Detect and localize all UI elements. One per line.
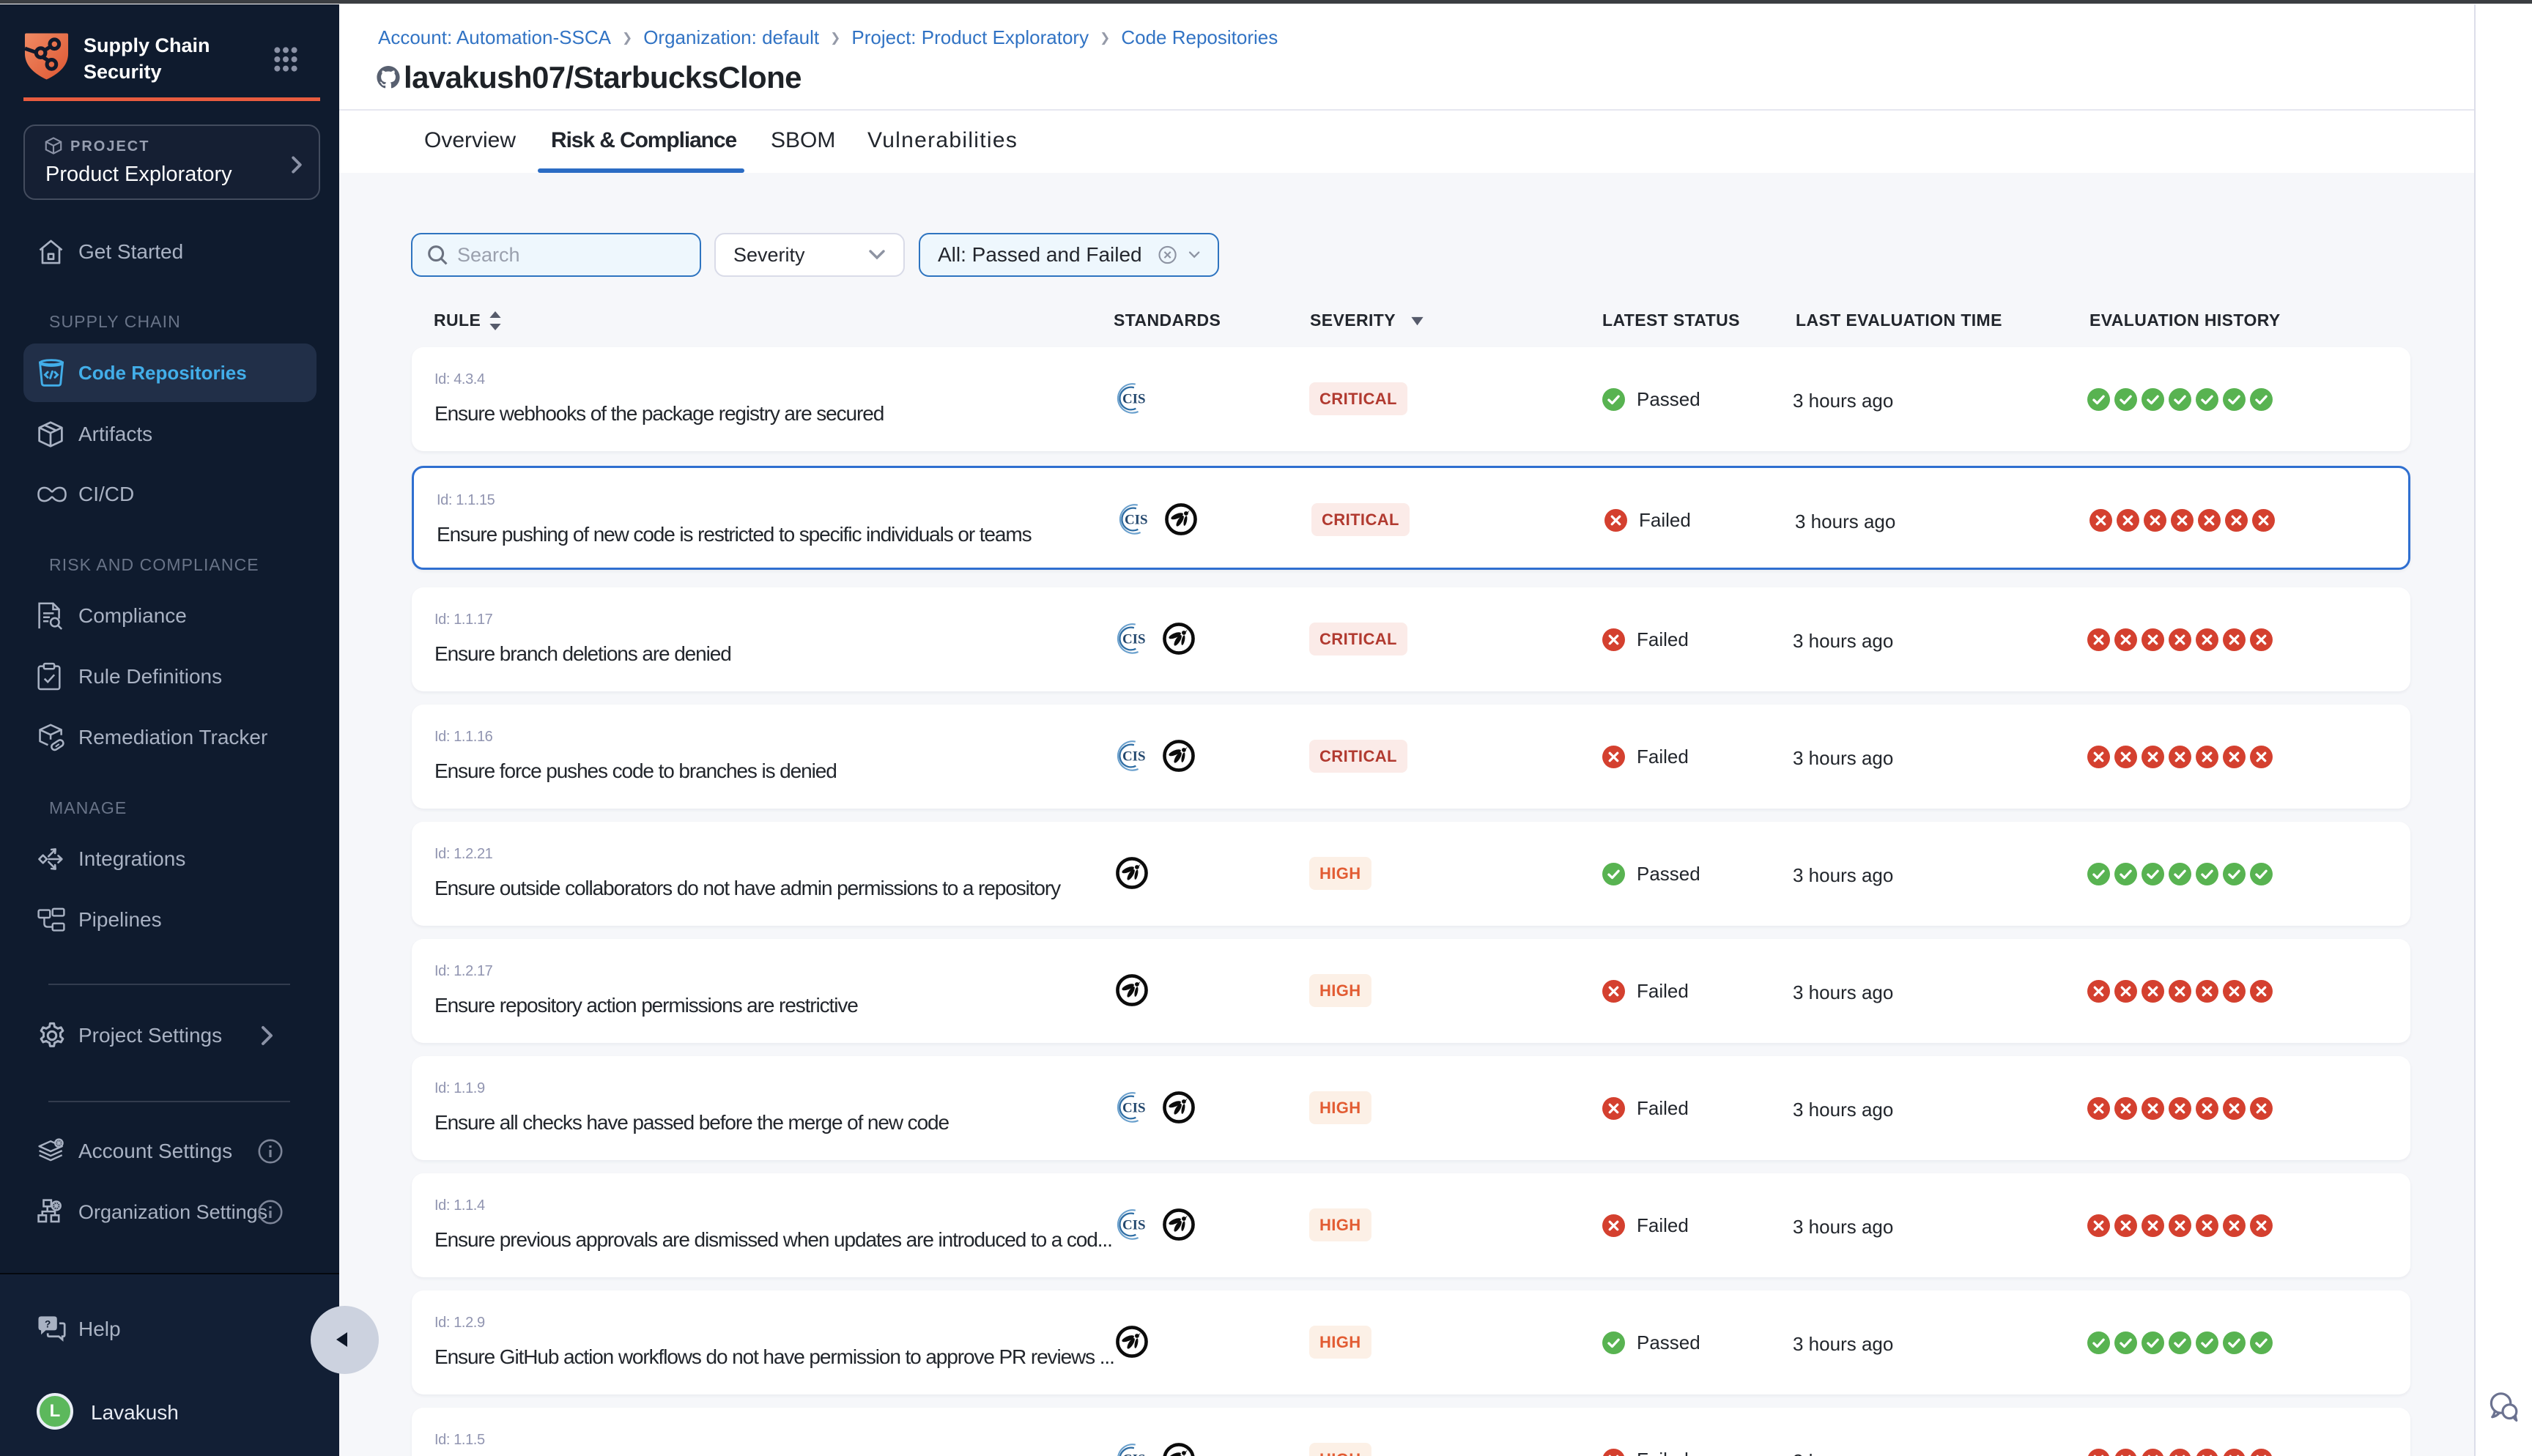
svg-text:CIS: CIS <box>1122 1101 1146 1116</box>
svg-text:CIS: CIS <box>1122 749 1146 765</box>
svg-text:CIS: CIS <box>1122 632 1146 647</box>
svg-text:CIS: CIS <box>1125 513 1148 528</box>
svg-text:CIS: CIS <box>1122 392 1146 407</box>
svg-text:CIS: CIS <box>1122 1218 1146 1233</box>
svg-text:?: ? <box>45 1318 51 1329</box>
svg-text:CIS: CIS <box>1122 1452 1146 1456</box>
